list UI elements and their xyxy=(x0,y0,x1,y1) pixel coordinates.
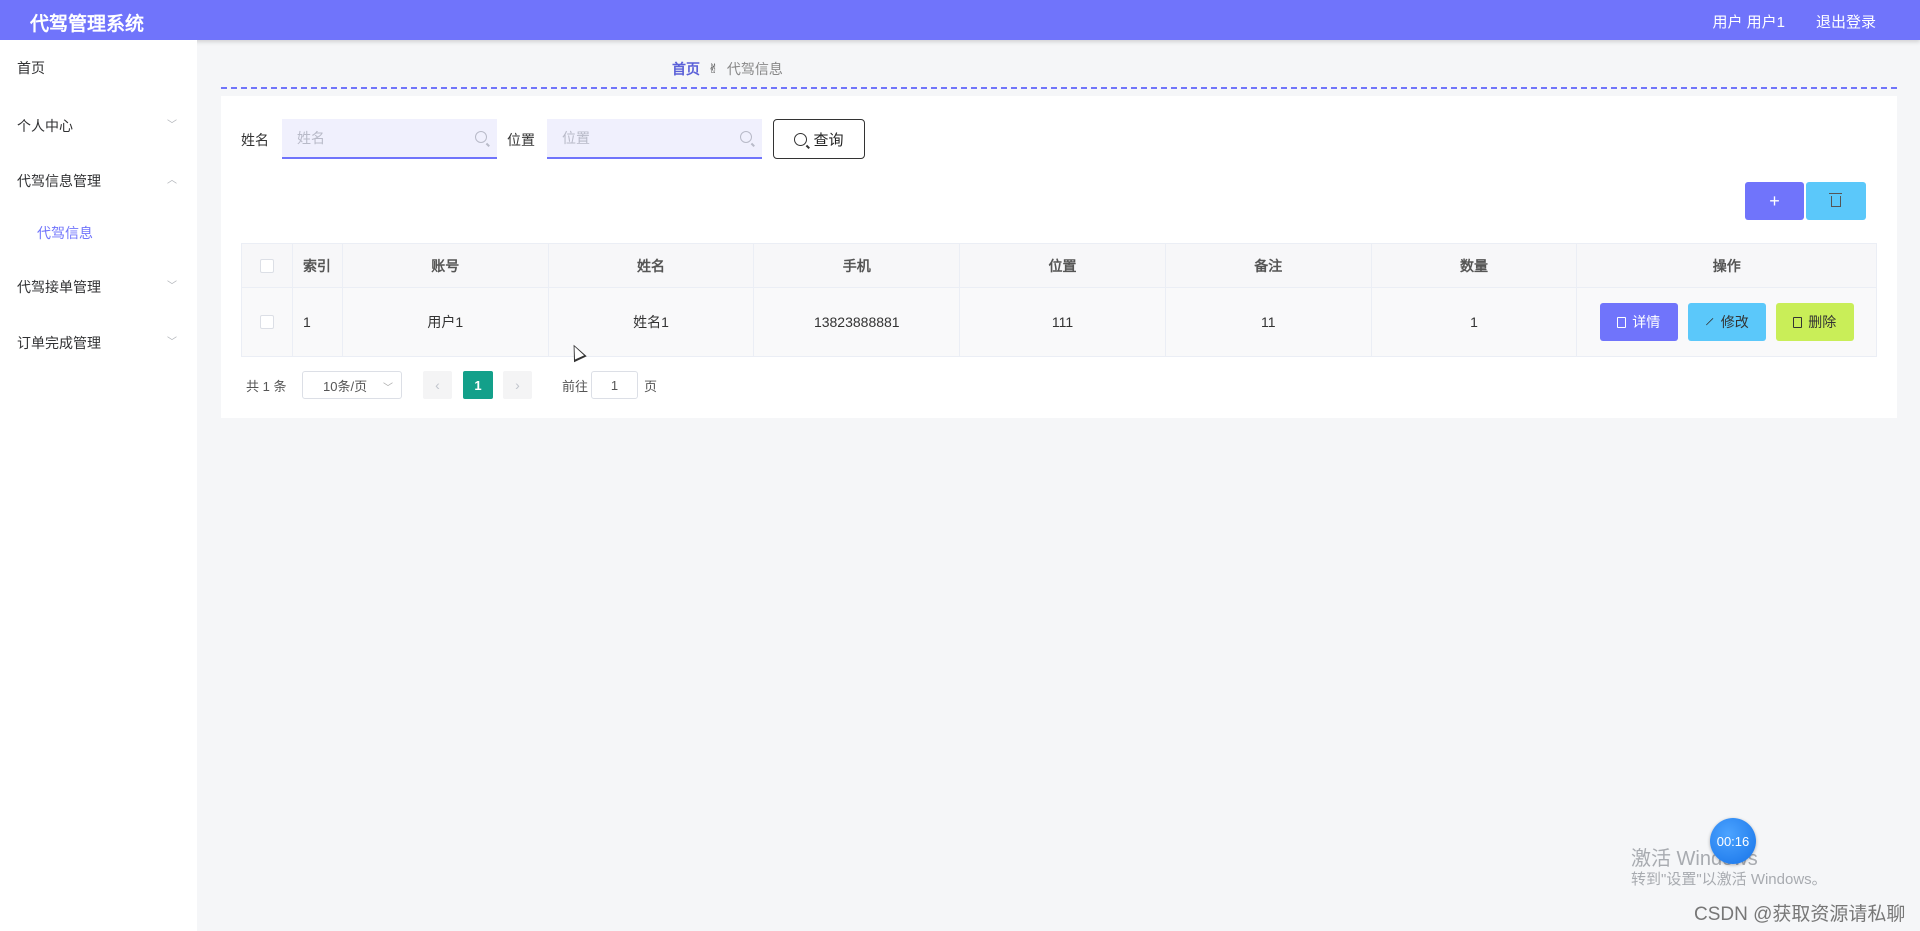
sidebar-item-order-complete-mgmt[interactable]: 订单完成管理 ﹀ xyxy=(17,333,177,353)
user-info: 用户 用户1 xyxy=(1712,14,1785,31)
breadcrumb-home[interactable]: 首页 xyxy=(672,59,700,79)
app-title: 代驾管理系统 xyxy=(30,14,145,35)
column-header: 账号 xyxy=(343,244,549,287)
sidebar-item-label: 代驾接单管理 xyxy=(17,279,101,295)
name-search-label: 姓名 xyxy=(241,132,269,148)
sidebar: 首页 个人中心 ﹀ 代驾信息管理 ︿ 代驾信息 代驾接单管理 ﹀ 订单完成管理 … xyxy=(0,40,197,931)
position-search-input[interactable] xyxy=(547,119,762,157)
page-number-current[interactable]: 1 xyxy=(463,371,493,399)
breadcrumb-current: 代驾信息 xyxy=(726,61,783,77)
next-page-button[interactable]: › xyxy=(503,371,532,399)
hand-icon: ✌ xyxy=(708,61,719,76)
table-header-row: 索引 账号 姓名 手机 位置 备注 数量 操作 xyxy=(242,244,1876,288)
column-header: 姓名 xyxy=(549,244,755,287)
chevron-right-icon: › xyxy=(515,377,520,393)
sidebar-item-label: 订单完成管理 xyxy=(17,335,101,351)
edit-button[interactable]: 修改 xyxy=(1687,303,1766,341)
document-icon xyxy=(1617,316,1627,328)
cell-position: 111 xyxy=(960,288,1166,356)
select-all-checkbox[interactable] xyxy=(259,258,274,273)
delete-button-label: 删除 xyxy=(1808,314,1837,330)
query-button-label: 查询 xyxy=(813,131,844,149)
top-header: 代驾管理系统 用户 用户1 退出登录 xyxy=(0,0,1920,40)
plus-icon: + xyxy=(1769,190,1780,211)
cell-actions: 详情 修改 删除 xyxy=(1577,288,1876,356)
chevron-down-icon: ﹀ xyxy=(383,383,393,394)
sidebar-item-label: 代驾信息管理 xyxy=(17,173,101,189)
batch-delete-button[interactable] xyxy=(1806,182,1866,220)
cell-note: 11 xyxy=(1166,288,1372,356)
chevron-left-icon: ‹ xyxy=(435,377,440,393)
chevron-up-icon: ︿ xyxy=(167,175,177,186)
chevron-down-icon: ﹀ xyxy=(167,120,177,131)
sidebar-item-home[interactable]: 首页 xyxy=(17,58,177,78)
prev-page-button[interactable]: ‹ xyxy=(423,371,452,399)
goto-page-input[interactable] xyxy=(592,372,637,398)
pagination-total: 共 1 条 xyxy=(246,379,287,394)
delete-button[interactable]: 删除 xyxy=(1775,303,1854,341)
column-header: 备注 xyxy=(1166,244,1372,287)
page-suffix-label: 页 xyxy=(644,379,658,394)
query-button[interactable]: 查询 xyxy=(773,119,865,159)
trash-icon xyxy=(1793,316,1803,328)
cell-quantity: 1 xyxy=(1372,288,1578,356)
position-search-label: 位置 xyxy=(507,132,535,148)
sidebar-item-label: 个人中心 xyxy=(17,118,73,134)
recording-timer[interactable]: 00:16 xyxy=(1710,818,1756,864)
csdn-watermark: CSDN @获取资源请私聊 xyxy=(1694,904,1906,925)
chevron-down-icon: ﹀ xyxy=(167,281,177,292)
name-search-input[interactable] xyxy=(282,119,497,157)
sidebar-item-label: 首页 xyxy=(17,60,45,76)
goto-label: 前往 xyxy=(562,379,589,394)
search-icon xyxy=(794,132,808,146)
detail-button-label: 详情 xyxy=(1632,314,1661,330)
sidebar-subitem-label: 代驾信息 xyxy=(37,225,93,241)
cell-phone: 13823888881 xyxy=(754,288,961,356)
trash-icon xyxy=(1829,192,1842,207)
chevron-down-icon: ﹀ xyxy=(167,337,177,348)
sidebar-item-personal-center[interactable]: 个人中心 ﹀ xyxy=(17,116,177,136)
page-size-select[interactable]: 10条/页 ﹀ xyxy=(302,371,402,399)
position-search-field[interactable] xyxy=(547,119,762,159)
windows-activation-hint: 转到"设置"以激活 Windows。 xyxy=(1631,871,1827,888)
sidebar-item-order-taking-mgmt[interactable]: 代驾接单管理 ﹀ xyxy=(17,277,177,297)
row-checkbox[interactable] xyxy=(259,315,274,329)
name-search-field[interactable] xyxy=(282,119,497,159)
column-header: 位置 xyxy=(960,244,1166,287)
row-checkbox-cell xyxy=(242,288,293,356)
sidebar-item-driving-info-mgmt[interactable]: 代驾信息管理 ︿ xyxy=(17,171,177,191)
column-header: 索引 xyxy=(293,244,343,287)
cell-account: 用户1 xyxy=(343,288,549,356)
data-table: 索引 账号 姓名 手机 位置 备注 数量 操作 1 用户1 姓名 1 138238… xyxy=(241,243,1877,357)
add-button[interactable]: + xyxy=(1745,182,1804,220)
column-header: 手机 xyxy=(754,244,961,287)
table-row: 1 用户1 姓名1 13823888881 111 11 1 详情 修改 删除 xyxy=(242,288,1876,356)
cell-index: 1 xyxy=(293,288,343,356)
column-header: 操作 xyxy=(1712,257,1741,274)
detail-button[interactable]: 详情 xyxy=(1599,303,1678,341)
goto-page-field[interactable] xyxy=(591,371,638,399)
column-header: 数量 xyxy=(1372,244,1578,287)
breadcrumb-divider xyxy=(221,87,1897,89)
edit-button-label: 修改 xyxy=(1720,314,1749,330)
search-icon xyxy=(475,131,487,143)
page-size-value: 10条/页 xyxy=(323,378,368,394)
header-checkbox-cell xyxy=(242,244,293,287)
logout-link[interactable]: 退出登录 xyxy=(1816,11,1876,32)
sidebar-subitem-driving-info[interactable]: 代驾信息 xyxy=(37,223,93,243)
edit-icon xyxy=(1705,317,1714,327)
breadcrumb: 首页 ✌ 代驾信息 xyxy=(672,59,783,79)
search-icon xyxy=(740,131,752,143)
